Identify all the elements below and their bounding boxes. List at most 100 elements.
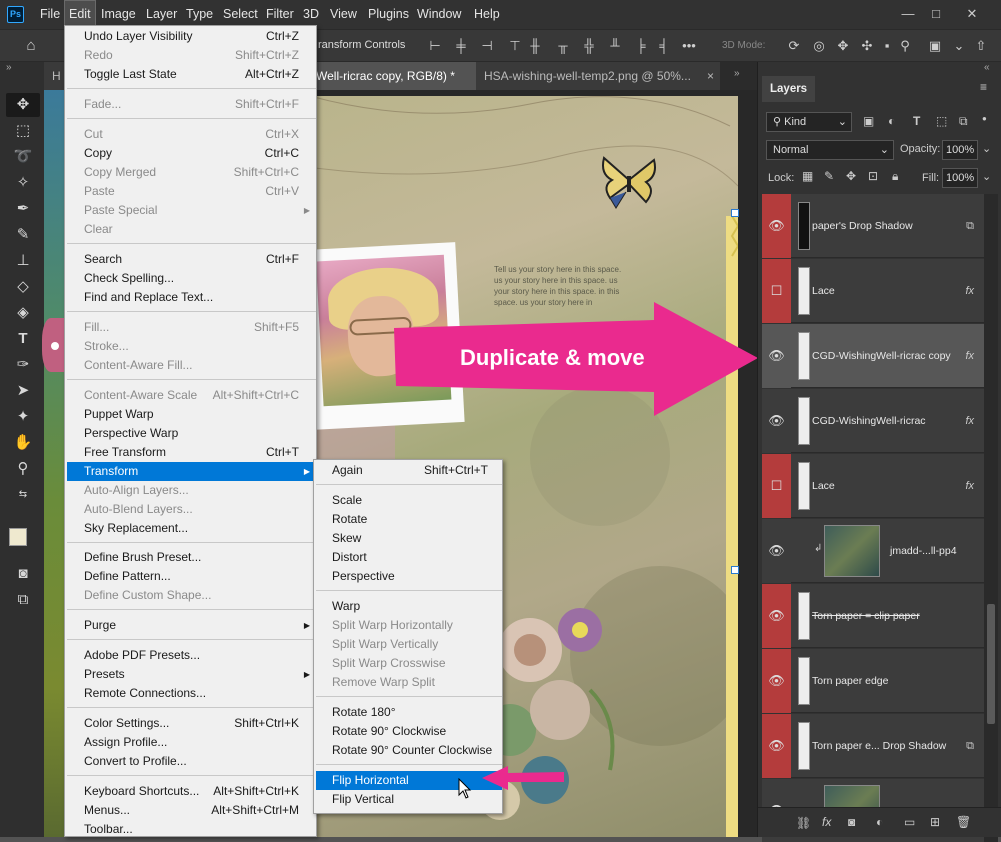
edit-menu-item-menus[interactable]: Menus... Alt+Shift+Ctrl+M (67, 801, 316, 820)
new-group-icon[interactable]: ▭ (904, 815, 915, 829)
filter-adjustment-icon[interactable]: ◐ (888, 114, 895, 128)
layer-thumbnail[interactable] (798, 722, 810, 770)
layer-name[interactable]: CGD-WishingWell-ricrac copy (812, 324, 951, 388)
layers-tab[interactable]: Layers (762, 76, 816, 102)
minimize-button[interactable]: — (898, 4, 918, 24)
layer-thumbnail[interactable] (798, 397, 810, 445)
transform-handle-middle[interactable] (731, 566, 739, 574)
edit-menu-item-remote-connections[interactable]: Remote Connections... (67, 684, 316, 703)
visibility-off-icon[interactable]: ☐ (762, 454, 791, 518)
add-mask-icon[interactable]: ◙ (848, 815, 855, 829)
search-icon[interactable]: ⚲ (896, 37, 914, 55)
close-window-button[interactable]: ✕ (962, 4, 982, 24)
layer-row[interactable]: ☐ Lace fx (762, 259, 984, 323)
blend-mode-select[interactable]: Normal ⌄ (766, 140, 894, 160)
collapse-tools-icon[interactable]: » (6, 62, 12, 73)
filter-shape-icon[interactable]: ⬚ (936, 114, 947, 128)
distribute-bottom-icon[interactable]: ╨ (606, 37, 624, 55)
align-middle-icon[interactable]: ╫ (526, 37, 544, 55)
edit-menu-item-copy[interactable]: Copy Ctrl+C (67, 144, 316, 163)
visibility-eye-icon[interactable]: 👁︎ (762, 519, 791, 583)
layers-scrollbar[interactable] (984, 194, 998, 842)
screen-mode-icon[interactable]: ⧉ (6, 588, 40, 612)
scale-3d-icon[interactable]: ▪ (878, 37, 896, 55)
eraser-tool-icon[interactable]: ◇ (6, 275, 40, 299)
eyedropper-tool-icon[interactable]: ✒ (6, 197, 40, 221)
layer-row[interactable]: ☐ Lace fx (762, 454, 984, 518)
foreground-color-swatch[interactable] (9, 528, 27, 546)
edit-menu-item-free-transform[interactable]: Free Transform Ctrl+T (67, 443, 316, 462)
edit-menu-item-define-pattern[interactable]: Define Pattern... (67, 567, 316, 586)
menu-help[interactable]: Help (470, 0, 504, 29)
transform-menu-item-perspective[interactable]: Perspective (316, 567, 502, 586)
layer-row[interactable]: 👁︎ ↲ jmadd-...ll-pp4 (762, 519, 984, 583)
move-tool-icon[interactable]: ✥ (6, 93, 40, 117)
layer-row[interactable]: 👁︎ Torn paper = clip paper (762, 584, 984, 648)
lock-artboard-icon[interactable]: ⊡ (868, 169, 878, 183)
visibility-off-icon[interactable]: ☐ (762, 259, 791, 323)
layer-name[interactable]: paper's Drop Shadow (812, 194, 913, 258)
roll-3d-icon[interactable]: ◎ (810, 37, 828, 55)
filter-pixel-icon[interactable]: ▣ (863, 114, 874, 128)
edit-menu-item-convert-to-profile[interactable]: Convert to Profile... (67, 752, 316, 771)
distribute-top-icon[interactable]: ╥ (554, 37, 572, 55)
transform-menu-item-warp[interactable]: Warp (316, 597, 502, 616)
layer-row[interactable]: 👁︎ Torn paper e... Drop Shadow ⧉ (762, 714, 984, 778)
lock-transparent-icon[interactable]: ▦ (802, 169, 813, 183)
edit-menu-item-assign-profile[interactable]: Assign Profile... (67, 733, 316, 752)
layer-name[interactable]: Torn paper edge (812, 649, 888, 713)
magic-wand-tool-icon[interactable]: ✧ (6, 171, 40, 195)
layer-thumbnail[interactable] (798, 332, 810, 380)
layer-thumbnail[interactable] (824, 525, 880, 577)
fill-input[interactable]: 100% (942, 168, 978, 188)
edit-menu-item-puppet-warp[interactable]: Puppet Warp (67, 405, 316, 424)
layer-effects-icon[interactable]: fx (965, 259, 974, 323)
zoom-tool-icon[interactable]: ⚲ (6, 457, 40, 481)
more-options-icon[interactable]: ••• (680, 37, 698, 55)
transform-menu-item-skew[interactable]: Skew (316, 529, 502, 548)
edit-menu-item-define-brush-preset[interactable]: Define Brush Preset... (67, 548, 316, 567)
layer-name[interactable]: Torn paper = clip paper (812, 584, 920, 648)
visibility-eye-icon[interactable]: 👁︎ (762, 714, 791, 778)
opacity-chevron-icon[interactable]: ⌄ (982, 142, 991, 155)
menu-plugins[interactable]: Plugins (364, 0, 413, 29)
transform-menu-item-rotate-90-clockwise[interactable]: Rotate 90° Clockwise (316, 722, 502, 741)
transform-menu-item-distort[interactable]: Distort (316, 548, 502, 567)
layer-name[interactable]: CGD-WishingWell-ricrac (812, 389, 926, 453)
align-left-icon[interactable]: ⊢ (426, 37, 444, 55)
type-tool-icon[interactable]: T (6, 327, 40, 351)
shape-tool-icon[interactable]: ✦ (6, 405, 40, 429)
align-right-icon[interactable]: ⊣ (478, 37, 496, 55)
distribute-middle-icon[interactable]: ╬ (580, 37, 598, 55)
visibility-eye-icon[interactable]: 👁︎ (762, 324, 791, 388)
filter-kind-select[interactable]: ⚲ Kind ⌄ (766, 112, 852, 132)
edit-menu-item-color-settings[interactable]: Color Settings... Shift+Ctrl+K (67, 714, 316, 733)
path-select-tool-icon[interactable]: ➤ (6, 379, 40, 403)
align-center-icon[interactable]: ╪ (452, 37, 470, 55)
pen-tool-icon[interactable]: ✑ (6, 353, 40, 377)
share-icon[interactable]: ⇧ (972, 37, 990, 55)
edit-menu-item-check-spelling[interactable]: Check Spelling... (67, 269, 316, 288)
opacity-input[interactable]: 100% (942, 140, 978, 160)
visibility-eye-icon[interactable]: 👁︎ (762, 389, 791, 453)
tab-document-3[interactable]: HSA-wishing-well-temp2.png @ 50%... × (476, 62, 720, 90)
layer-row[interactable]: 👁︎ CGD-WishingWell-ricrac copy fx (762, 324, 984, 388)
edit-menu-item-search[interactable]: Search Ctrl+F (67, 250, 316, 269)
visibility-eye-icon[interactable]: 👁︎ (762, 194, 791, 258)
brush-tool-icon[interactable]: ✎ (6, 223, 40, 247)
transform-menu-item-rotate-90-counter-clockwise[interactable]: Rotate 90° Counter Clockwise (316, 741, 502, 760)
slide-3d-icon[interactable]: ✣ (858, 37, 876, 55)
menu-file[interactable]: File (36, 0, 64, 29)
layer-thumbnail[interactable] (798, 592, 810, 640)
new-adjustment-icon[interactable]: ◐ (876, 815, 883, 829)
drag-3d-icon[interactable]: ✥ (834, 37, 852, 55)
fill-chevron-icon[interactable]: ⌄ (982, 170, 991, 183)
paint-bucket-tool-icon[interactable]: ◈ (6, 301, 40, 325)
transform-controls-label[interactable]: ransform Controls (318, 39, 405, 51)
workspace-icon[interactable]: ▣ (926, 37, 944, 55)
distribute-right-icon[interactable]: ╡ (655, 37, 673, 55)
hand-tool-icon[interactable]: ✋ (6, 431, 40, 455)
layer-thumbnail[interactable] (798, 657, 810, 705)
menu-view[interactable]: View (326, 0, 361, 29)
workspace-chevron-icon[interactable]: ⌄ (950, 37, 968, 55)
